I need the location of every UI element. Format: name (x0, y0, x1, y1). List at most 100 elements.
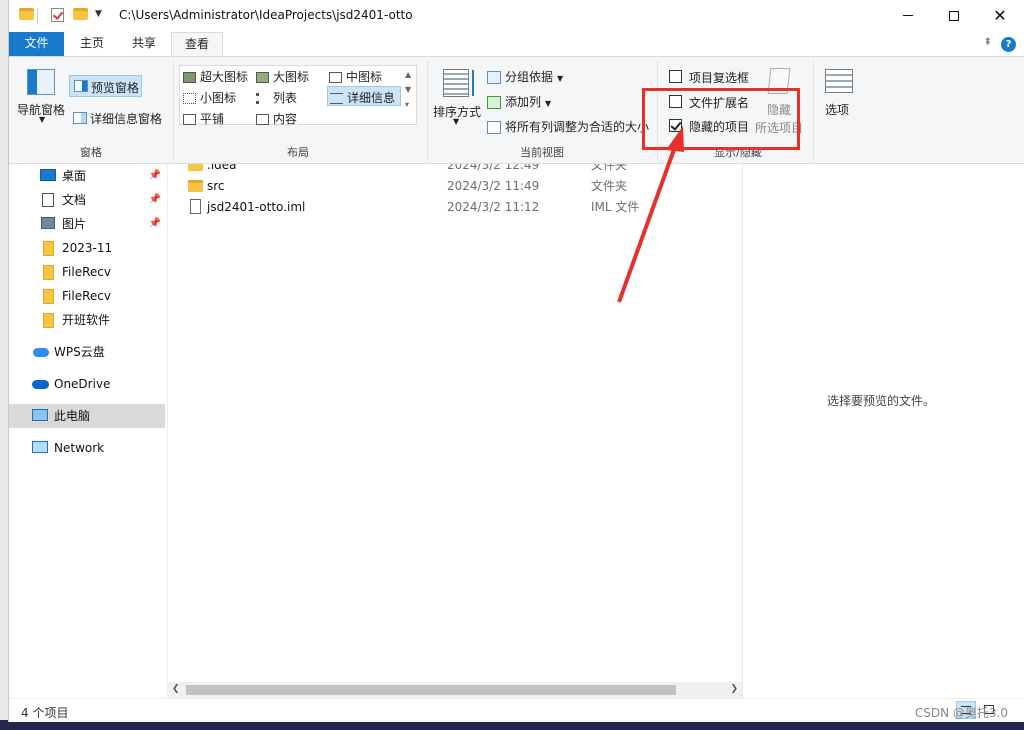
nav-item-documents[interactable]: 文档 📌 (9, 188, 165, 212)
folder-icon (43, 289, 54, 304)
pin-icon[interactable]: 📌 (149, 212, 161, 236)
annotation-highlight-box (642, 88, 800, 150)
scrollbar-thumb[interactable] (186, 685, 676, 695)
file-row[interactable]: jsd2401-otto.iml 2024/3/2 11:12 IML 文件 (168, 197, 742, 218)
sort-by-icon (443, 69, 474, 97)
group-separator (173, 61, 174, 161)
file-row[interactable]: .idea 2024/3/2 12:49 文件夹 (168, 164, 742, 176)
minimize-button[interactable] (885, 0, 931, 31)
horizontal-scrollbar[interactable]: ❮ ❯ (168, 682, 742, 698)
preview-pane: 选择要预览的文件。 (742, 164, 1024, 698)
folder-icon (43, 313, 54, 328)
file-type: IML 文件 (591, 200, 640, 214)
group-by-button[interactable]: 分组依据 ▼ (487, 68, 563, 85)
panes-group-label: 窗格 (80, 146, 102, 159)
file-name: .idea (207, 164, 237, 172)
preview-pane-button[interactable]: 预览窗格 (69, 75, 142, 97)
document-icon (42, 193, 54, 207)
large-icons-icon (256, 72, 269, 83)
item-checkboxes-toggle[interactable]: 项目复选框 (667, 69, 763, 87)
quick-access-dropdown-icon[interactable]: ▼ (95, 9, 102, 19)
layout-gallery-scroll[interactable]: ▲ ▼ ▾ (405, 67, 411, 112)
nav-pane-dropdown-icon: ▼ (39, 115, 46, 124)
nav-item-network[interactable]: Network (9, 436, 165, 460)
minimize-icon (903, 15, 913, 16)
nav-item-this-pc[interactable]: 此电脑 (9, 404, 165, 428)
tab-share[interactable]: 共享 (119, 32, 169, 56)
layout-extra-large-icons[interactable]: 超大图标 (183, 68, 248, 85)
file-row[interactable]: src 2024/3/2 11:49 文件夹 (168, 176, 742, 197)
nav-item-pictures[interactable]: 图片 📌 (9, 212, 165, 236)
nav-item-desktop[interactable]: 桌面 📌 (9, 164, 165, 188)
explorer-window: ▼ C:\Users\Administrator\IdeaProjects\js… (8, 0, 1024, 722)
properties-icon[interactable] (51, 8, 64, 22)
layout-medium-icons[interactable]: 中图标 (329, 68, 382, 85)
preview-empty-text: 选择要预览的文件。 (827, 394, 936, 408)
close-button[interactable]: ✕ (977, 0, 1023, 31)
group-by-label: 分组依据 (505, 70, 554, 84)
file-type: 文件夹 (591, 164, 628, 172)
nav-item-label: WPS云盘 (54, 345, 105, 359)
folder-icon (19, 8, 34, 20)
layout-tiles[interactable]: 平铺 (183, 110, 224, 127)
add-column-button[interactable]: 添加列 ▼ (487, 93, 551, 110)
tab-file[interactable]: 文件 (9, 32, 64, 56)
list-icon (256, 93, 269, 104)
layout-list[interactable]: 列表 (256, 89, 297, 106)
details-pane-button[interactable]: 详细信息窗格 (69, 107, 169, 129)
size-all-columns-button[interactable]: 将所有列调整为合适的大小 (487, 118, 649, 135)
options-button[interactable]: 选项 (819, 65, 859, 137)
scroll-right-icon[interactable]: ❯ (730, 684, 738, 694)
file-name: jsd2401-otto.iml (207, 200, 306, 214)
nav-item-folder-2023-11[interactable]: 2023-11 (9, 236, 165, 260)
extra-large-icons-icon (183, 72, 196, 83)
add-column-icon (487, 96, 501, 109)
nav-pane-button[interactable]: 导航窗格 ▼ (13, 65, 71, 135)
sort-by-button[interactable]: 排序方式 ▼ (431, 65, 483, 135)
tab-view[interactable]: 查看 (171, 32, 224, 56)
layout-details[interactable]: 详细信息 (327, 86, 401, 106)
item-checkboxes-checkbox[interactable] (669, 70, 682, 83)
layout-content[interactable]: 内容 (256, 110, 297, 127)
nav-item-onedrive[interactable]: OneDrive (9, 372, 165, 396)
pin-icon[interactable]: 📌 (149, 164, 161, 188)
medium-icons-label: 中图标 (346, 70, 383, 84)
add-column-dropdown-icon: ▼ (545, 99, 552, 108)
tab-home[interactable]: 主页 (67, 32, 117, 56)
file-date: 2024/3/2 11:49 (447, 179, 540, 193)
navigation-pane: 桌面 📌 文档 📌 图片 📌 2023-11 FileRecv FileRecv (9, 164, 167, 698)
maximize-button[interactable] (931, 0, 977, 31)
options-icon (825, 69, 853, 93)
medium-icons-icon (329, 72, 342, 83)
layout-small-icons[interactable]: 小图标 (183, 89, 236, 106)
folder-icon (43, 265, 54, 280)
small-icons-icon (183, 93, 196, 104)
preview-pane-icon (74, 80, 88, 92)
nav-item-filerecv-1[interactable]: FileRecv (9, 260, 165, 284)
layout-large-icons[interactable]: 大图标 (256, 68, 309, 85)
nav-item-label: 此电脑 (54, 409, 91, 423)
nav-item-filerecv-2[interactable]: FileRecv (9, 284, 165, 308)
preview-pane-label: 预览窗格 (91, 81, 140, 95)
new-folder-icon[interactable] (73, 8, 88, 20)
nav-item-label: 2023-11 (62, 241, 113, 255)
quick-access-separator (37, 8, 38, 24)
nav-item-label: FileRecv (62, 289, 111, 303)
nav-item-wps-cloud[interactable]: WPS云盘 (9, 340, 165, 364)
item-checkboxes-label: 项目复选框 (689, 71, 750, 85)
nav-item-class-software[interactable]: 开班软件 (9, 308, 165, 332)
help-icon[interactable]: ? (1001, 37, 1016, 52)
pin-icon[interactable]: 📌 (149, 188, 161, 212)
layout-group-label: 布局 (287, 146, 309, 159)
cloud-icon (33, 348, 49, 357)
nav-item-label: OneDrive (54, 377, 111, 391)
nav-item-label: 开班软件 (62, 313, 111, 327)
collapse-ribbon-icon[interactable]: ⇞ (984, 37, 992, 48)
desktop-background-left (0, 0, 8, 730)
scroll-left-icon[interactable]: ❮ (172, 684, 180, 694)
content-label: 内容 (273, 112, 298, 126)
tiles-label: 平铺 (200, 112, 225, 126)
pictures-icon (41, 217, 55, 229)
details-pane-icon (73, 112, 87, 124)
size-columns-icon (487, 121, 501, 134)
